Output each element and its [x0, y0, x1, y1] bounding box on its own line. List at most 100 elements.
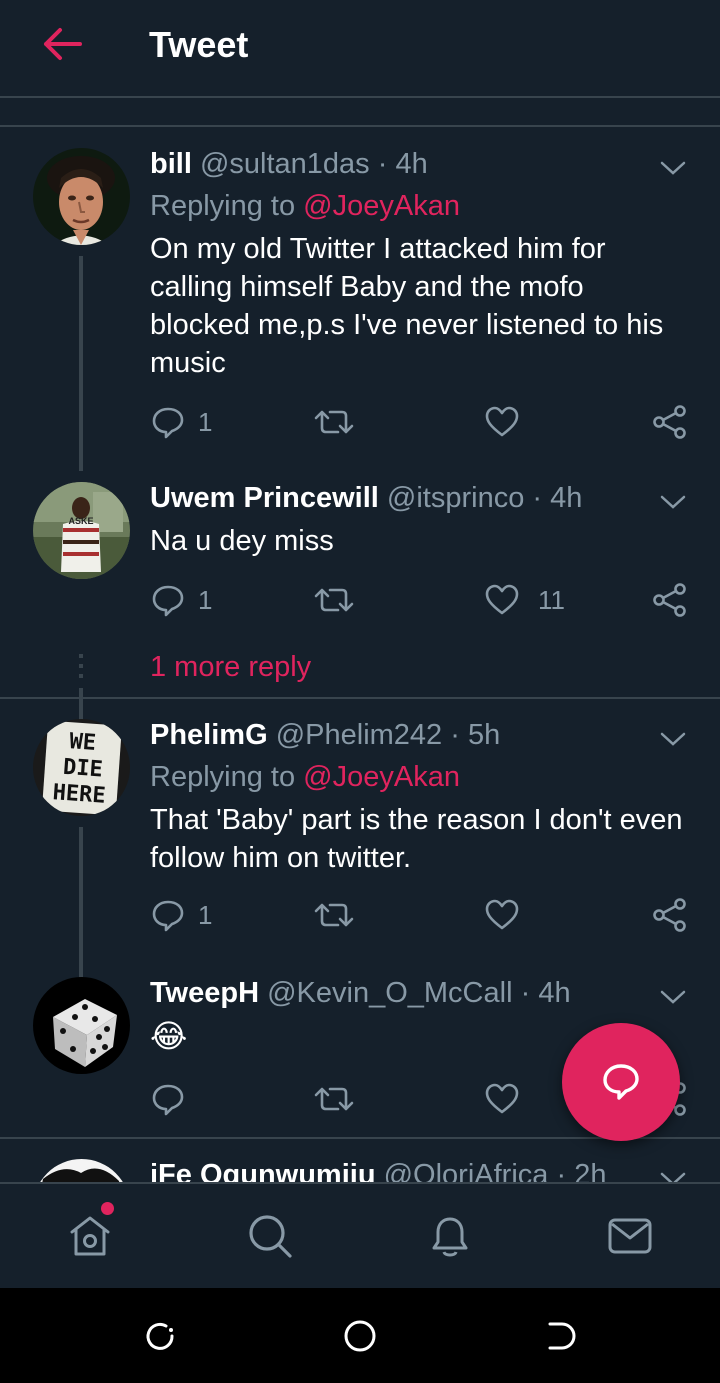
tweet-actions: 1: [150, 402, 690, 442]
thread-gap-dots: [79, 654, 83, 684]
reply-count: 1: [198, 406, 213, 437]
home-icon[interactable]: [66, 1212, 114, 1260]
replying-to: Replying to @JoeyAkan: [150, 190, 460, 222]
display-name[interactable]: bill: [150, 148, 192, 180]
display-name[interactable]: TweepH: [150, 977, 259, 1009]
reply-button[interactable]: 1: [150, 402, 212, 442]
user-handle[interactable]: @Kevin_O_McCall: [267, 977, 512, 1009]
back-nav-icon[interactable]: [542, 1318, 578, 1354]
tweet-meta: bill @sultan1das · 4h: [150, 148, 428, 180]
share-icon: [653, 583, 686, 617]
display-name[interactable]: PhelimG: [150, 719, 268, 751]
compose-reply-icon: [603, 1064, 639, 1100]
avatar[interactable]: [33, 977, 130, 1074]
thread-line: [79, 827, 83, 977]
tweet-meta: PhelimG @Phelim242 · 5h: [150, 719, 501, 751]
notification-badge: [101, 1202, 114, 1215]
avatar[interactable]: ASKE: [33, 482, 130, 579]
share-icon: [653, 898, 686, 932]
home-circle-icon[interactable]: [342, 1318, 378, 1354]
user-handle[interactable]: @sultan1das: [200, 148, 370, 180]
heart-icon[interactable]: [490, 98, 514, 102]
reply-count: 1: [198, 584, 213, 615]
retweet-icon: [314, 903, 354, 927]
retweet-button[interactable]: [314, 402, 366, 442]
chevron-down-icon[interactable]: [660, 494, 686, 510]
comment-icon: [152, 1084, 184, 1116]
chevron-down-icon[interactable]: [660, 1171, 686, 1182]
tweet-phelimg[interactable]: WE DIE HERE PhelimG @Phelim242 · 5h Repl…: [0, 699, 720, 977]
avatar[interactable]: WE DIE HERE: [33, 719, 130, 816]
avatar[interactable]: [33, 148, 130, 245]
comment-icon: [152, 900, 184, 932]
chevron-down-icon[interactable]: [660, 989, 686, 1005]
tweet-meta: iFe Ogunwumiju @OloriAfrica · 2h: [150, 1159, 606, 1182]
user-handle[interactable]: @Phelim242: [276, 719, 442, 751]
like-button[interactable]: [484, 895, 532, 935]
display-name[interactable]: Uwem Princewill: [150, 482, 379, 514]
heart-icon: [485, 406, 519, 437]
thread-line: [79, 256, 83, 471]
previous-tweet-actions: [0, 98, 720, 126]
retweet-button[interactable]: [314, 895, 366, 935]
retweet-icon: [314, 1087, 354, 1111]
tweet-text: Na u dey miss: [150, 525, 334, 557]
heart-icon: [485, 584, 519, 615]
tweet-meta: TweepH @Kevin_O_McCall · 4h: [150, 977, 571, 1009]
tweet-time: 4h: [550, 482, 583, 514]
share-button[interactable]: [652, 580, 688, 620]
retweet-button[interactable]: [314, 1079, 366, 1119]
comment-icon: [152, 585, 184, 617]
replying-to: Replying to @JoeyAkan: [150, 761, 460, 793]
tweet-time: 2h: [574, 1159, 607, 1182]
heart-icon: [485, 1083, 519, 1114]
tweet-time: 4h: [395, 148, 428, 180]
avatar-text-line-2: DIE: [62, 755, 103, 783]
notifications-icon[interactable]: [426, 1212, 474, 1260]
share-button[interactable]: [652, 895, 688, 935]
tweet-actions: 1: [150, 895, 690, 935]
retweet-icon: [314, 410, 354, 434]
more-replies-link[interactable]: 1 more reply: [150, 651, 311, 684]
reply-button[interactable]: [150, 1079, 198, 1119]
tweet-ife-ogunwumiju[interactable]: iFe Ogunwumiju @OloriAfrica · 2h: [0, 1139, 720, 1182]
mention-link[interactable]: @JoeyAkan: [303, 761, 460, 793]
share-button[interactable]: [652, 402, 688, 442]
like-button[interactable]: [484, 402, 532, 442]
tweet-bill[interactable]: bill @sultan1das · 4h Replying to @JoeyA…: [0, 126, 720, 471]
tweet-text: That 'Baby' part is the reason I don't e…: [150, 804, 683, 874]
heart-icon: [485, 899, 519, 930]
mention-link[interactable]: @JoeyAkan: [303, 190, 460, 222]
like-button[interactable]: 11: [484, 580, 565, 620]
comment-icon[interactable]: [158, 98, 188, 102]
like-button[interactable]: [484, 1079, 532, 1119]
user-handle[interactable]: @OloriAfrica: [384, 1159, 549, 1182]
tweet-text: On my old Twitter I attacked him for cal…: [150, 233, 664, 379]
retweet-button[interactable]: [314, 580, 366, 620]
arrow-left-icon[interactable]: [40, 26, 84, 62]
conversation-feed[interactable]: bill @sultan1das · 4h Replying to @JoeyA…: [0, 98, 720, 1182]
avatar[interactable]: [33, 1159, 130, 1182]
tweet-uwem-princewill[interactable]: ASKE Uwem Princewill @itsprinco · 4h Na …: [0, 466, 720, 738]
avatar-text-line-3: HERE: [52, 780, 107, 809]
compose-reply-button[interactable]: [562, 1023, 680, 1141]
tweet-actions: 1 11: [150, 580, 690, 620]
reply-count: 1: [198, 899, 213, 930]
recents-icon[interactable]: [142, 1318, 178, 1354]
shirt-print-text: ASKE: [68, 516, 93, 526]
system-navigation-bar: [0, 1288, 720, 1383]
chevron-down-icon[interactable]: [660, 731, 686, 747]
share-icon: [653, 405, 686, 439]
retweet-icon: [314, 588, 354, 612]
share-icon[interactable]: [670, 98, 690, 102]
reply-button[interactable]: 1: [150, 580, 212, 620]
like-count: 11: [538, 584, 565, 615]
retweet-icon[interactable]: [320, 98, 356, 102]
display-name[interactable]: iFe Ogunwumiju: [150, 1159, 376, 1182]
messages-icon[interactable]: [606, 1212, 654, 1260]
user-handle[interactable]: @itsprinco: [387, 482, 524, 514]
search-icon[interactable]: [246, 1212, 294, 1260]
avatar-text-line-1: WE: [69, 729, 97, 756]
chevron-down-icon[interactable]: [660, 160, 686, 176]
reply-button[interactable]: 1: [150, 895, 212, 935]
